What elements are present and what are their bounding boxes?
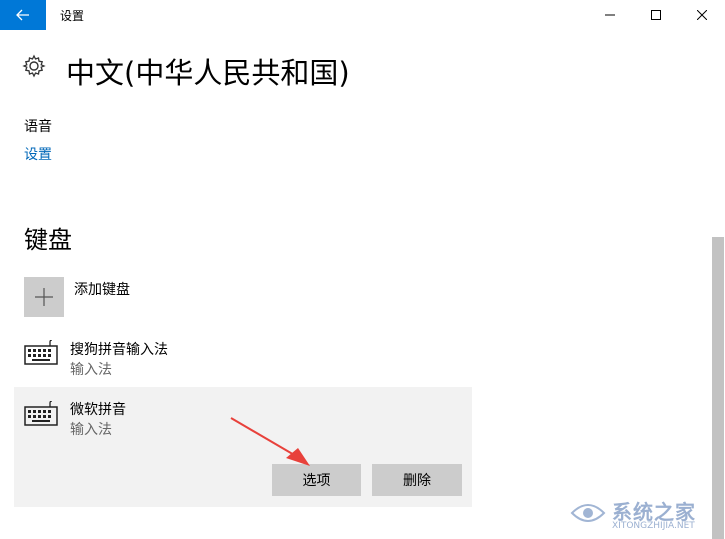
maximize-icon [651,10,661,20]
keyboard-icon [24,340,58,365]
scrollbar-thumb[interactable] [712,237,724,539]
gear-icon [22,54,46,78]
speech-settings-link[interactable]: 设置 [24,144,52,164]
add-keyboard-button[interactable] [24,277,64,317]
page-title: 中文(中华人民共和国) [66,56,350,90]
watermark-logo-icon [570,504,606,522]
plus-icon [35,288,53,306]
add-keyboard-label[interactable]: 添加键盘 [74,279,130,299]
keyboard-heading: 键盘 [24,226,72,254]
minimize-button[interactable] [587,0,633,30]
minimize-icon [605,14,615,16]
window-title: 设置 [60,9,85,23]
watermark-url: XITONGZHIJIA.NET [612,521,695,531]
title-bar: 设置 [0,0,725,30]
keyboard-item-name: 搜狗拼音输入法 [70,342,168,358]
keyboard-item-type: 输入法 [70,422,112,438]
page-header [22,54,46,78]
back-arrow-icon [16,9,29,21]
close-button[interactable] [679,0,725,30]
annotation-arrow-icon [230,417,310,466]
remove-button[interactable]: 删除 [372,464,462,496]
maximize-button[interactable] [633,0,679,30]
keyboard-item-type: 输入法 [70,362,112,378]
back-button[interactable] [0,0,46,30]
keyboard-item-name: 微软拼音 [70,402,126,418]
keyboard-icon [24,401,58,426]
speech-label: 语音 [24,119,52,135]
close-icon [697,10,707,20]
